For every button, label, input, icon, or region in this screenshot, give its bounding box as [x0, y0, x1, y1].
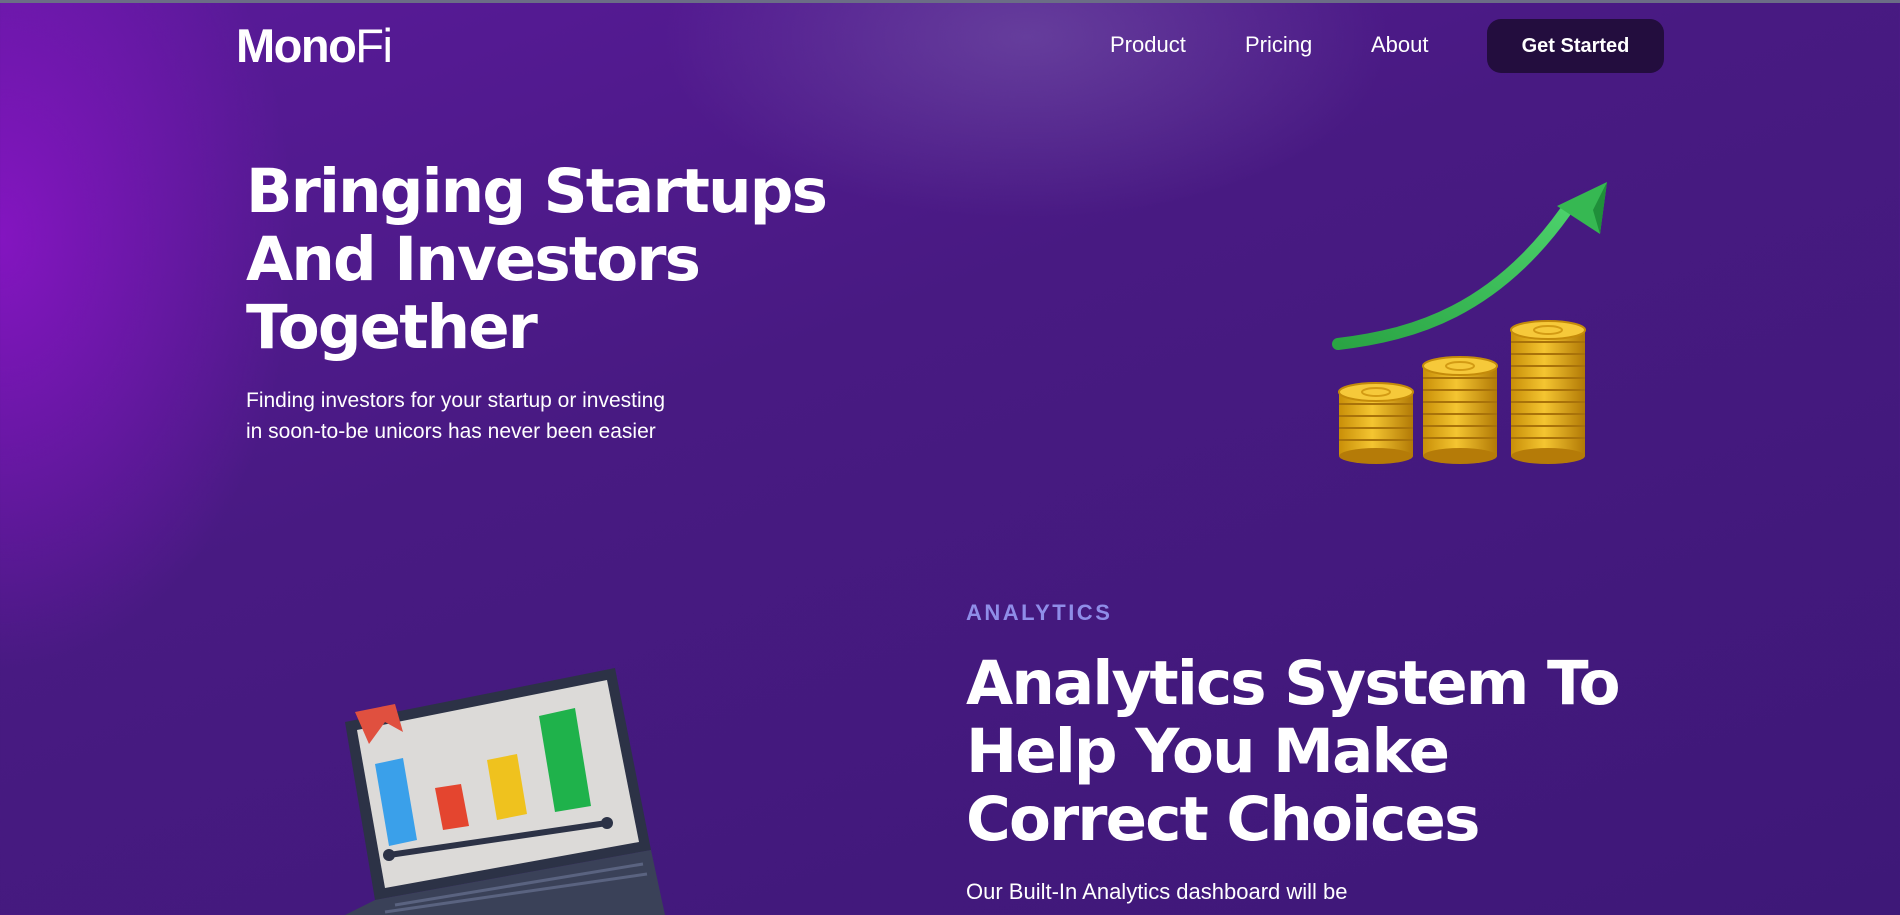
get-started-button[interactable]: Get Started [1487, 19, 1664, 73]
window-top-border [0, 0, 1900, 3]
nav-about-link[interactable]: About [1371, 30, 1429, 60]
analytics-title: Analytics System To Help You Make Correc… [966, 650, 1686, 854]
analytics-title-line-3: Correct Choices [966, 784, 1480, 855]
logo-fi: Fi [355, 19, 393, 72]
analytics-title-line-1: Analytics System To [966, 648, 1621, 719]
nav-product-link[interactable]: Product [1110, 30, 1186, 60]
growth-coins-arrow-icon [1325, 170, 1625, 475]
logo-mono: Mono [236, 19, 357, 72]
hero-subtitle: Finding investors for your startup or in… [246, 389, 666, 443]
hero-title: Bringing Startups And Investors Together [246, 158, 866, 362]
laptop-bar-chart-icon [325, 660, 665, 915]
nav-pricing-link[interactable]: Pricing [1245, 30, 1312, 60]
hero-title-line-3: Together [246, 292, 538, 363]
get-started-label: Get Started [1521, 34, 1630, 57]
analytics-eyebrow: ANALYTICS [966, 600, 1113, 625]
hero-title-line-1: Bringing Startups [246, 156, 828, 227]
hero-title-line-2: And Investors [246, 224, 701, 295]
analytics-subtitle: Our Built-In Analytics dashboard will be [966, 879, 1348, 904]
analytics-title-line-2: Help You Make [966, 716, 1450, 787]
logo[interactable]: MonoFi [236, 19, 393, 72]
